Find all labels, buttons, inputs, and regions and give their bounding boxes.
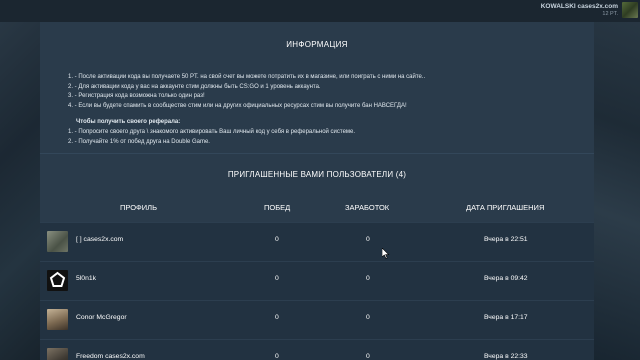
- invite-date: Вчера в 09:42: [484, 275, 528, 282]
- profile-name[interactable]: [ ] cases2x.com: [76, 236, 123, 243]
- user-points: 12 PT.: [602, 11, 618, 17]
- column-invite-date: ДАТА ПРИГЛАШЕНИЯ: [466, 203, 545, 212]
- invite-date: Вчера в 22:33: [484, 353, 528, 360]
- avatar[interactable]: [47, 348, 68, 360]
- rule-line: 4. - Если вы будете спамить в сообществе…: [68, 102, 407, 109]
- wins-value: 0: [275, 275, 279, 282]
- referral-step: 1. - Попросите своего друга \ знакомого …: [68, 128, 356, 135]
- avatar[interactable]: [47, 270, 68, 291]
- referral-title: Чтобы получить своего реферала:: [76, 119, 181, 126]
- invite-date: Вчера в 17:17: [484, 314, 528, 321]
- info-title: ИНФОРМАЦИЯ: [286, 39, 348, 49]
- top-bar: KOWALSKI cases2x.com 12 PT.: [0, 0, 640, 22]
- penta-logo-icon: [49, 271, 66, 287]
- column-earnings: ЗАРАБОТОК: [345, 203, 390, 212]
- wins-value: 0: [275, 353, 279, 360]
- background-right: [594, 0, 640, 360]
- table-row: 5l0n1k 0 0 Вчера в 09:42: [40, 261, 594, 300]
- rule-line: 2. - Для активации кода у вас на аккаунт…: [68, 83, 321, 90]
- table-row: Freedom cases2x.com 0 0 Вчера в 22:33: [40, 339, 594, 360]
- user-info[interactable]: KOWALSKI cases2x.com 12 PT.: [541, 3, 618, 18]
- profile-name[interactable]: 5l0n1k: [76, 275, 96, 282]
- earnings-value: 0: [366, 236, 370, 243]
- invite-date: Вчера в 22:51: [484, 236, 528, 243]
- profile-name[interactable]: Freedom cases2x.com: [76, 353, 145, 360]
- rule-line: 3. - Регистрация кода возможна только од…: [68, 93, 205, 100]
- user-name: KOWALSKI cases2x.com: [540, 3, 618, 10]
- info-block: 1. - После активации кода вы получаете 5…: [40, 66, 594, 153]
- earnings-value: 0: [366, 353, 370, 360]
- table-row: Conor McGregor 0 0 Вчера в 17:17: [40, 300, 594, 339]
- earnings-value: 0: [366, 275, 370, 282]
- invited-users-title: ПРИГЛАШЕННЫЕ ВАМИ ПОЛЬЗОВАТЕЛИ (4): [40, 153, 594, 194]
- referral-panel: ИНФОРМАЦИЯ 1. - После активации кода вы …: [40, 22, 594, 360]
- earnings-value: 0: [366, 314, 370, 321]
- wins-value: 0: [275, 236, 279, 243]
- avatar[interactable]: [47, 309, 68, 330]
- user-avatar[interactable]: [622, 2, 638, 18]
- background-left: [0, 0, 40, 360]
- rule-line: 1. - После активации кода вы получаете 5…: [68, 74, 426, 80]
- column-profile: ПРОФИЛЬ: [120, 203, 157, 212]
- referral-step: 2. - Получайте 1% от побед друга на Doub…: [68, 138, 210, 145]
- avatar[interactable]: [47, 231, 68, 252]
- table-header: ПРОФИЛЬ ПОБЕД ЗАРАБОТОК ДАТА ПРИГЛАШЕНИЯ: [40, 194, 594, 222]
- wins-value: 0: [275, 314, 279, 321]
- table-row: [ ] cases2x.com 0 0 Вчера в 22:51: [40, 222, 594, 261]
- profile-name[interactable]: Conor McGregor: [76, 314, 127, 321]
- column-wins: ПОБЕД: [264, 203, 291, 212]
